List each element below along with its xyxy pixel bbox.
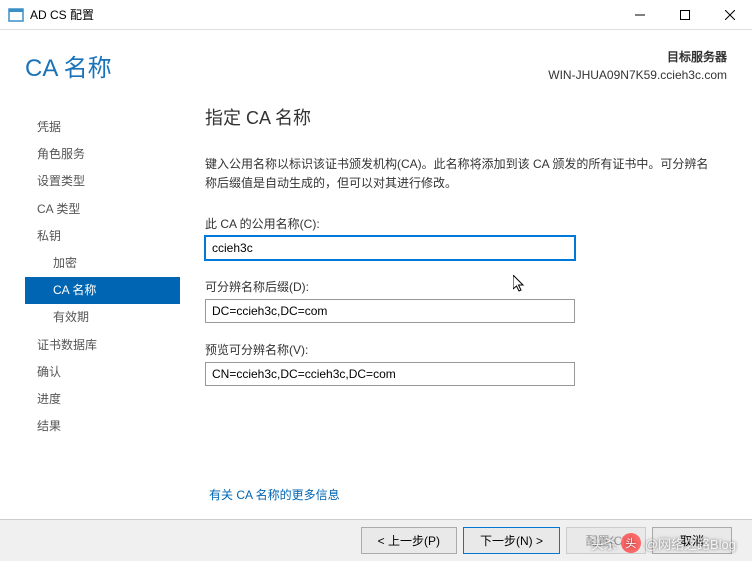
cancel-button[interactable]: 取消 <box>652 527 732 554</box>
sidebar-item-3[interactable]: CA 类型 <box>25 196 180 223</box>
target-label: 目标服务器 <box>548 48 727 66</box>
window-title: AD CS 配置 <box>30 6 617 23</box>
preview-dn-group: 预览可分辨名称(V): <box>205 341 712 386</box>
sidebar-item-6[interactable]: CA 名称 <box>25 277 180 304</box>
titlebar: AD CS 配置 <box>0 0 752 30</box>
minimize-button[interactable] <box>617 0 662 29</box>
main-panel: 指定 CA 名称 键入公用名称以标识该证书颁发机构(CA)。此名称将添加到该 C… <box>180 94 727 474</box>
preview-dn-label: 预览可分辨名称(V): <box>205 341 712 358</box>
app-icon <box>8 7 24 23</box>
sidebar-item-11[interactable]: 结果 <box>25 413 180 440</box>
sidebar-item-8[interactable]: 证书数据库 <box>25 332 180 359</box>
dn-suffix-label: 可分辨名称后缀(D): <box>205 278 712 295</box>
dn-suffix-input[interactable] <box>205 299 575 323</box>
sidebar-item-0[interactable]: 凭据 <box>25 114 180 141</box>
wizard-title: CA 名称 <box>25 48 112 83</box>
target-server-info: 目标服务器 WIN-JHUA09N7K59.ccieh3c.com <box>548 48 727 84</box>
button-row: < 上一步(P) 下一步(N) > 配置(C) 取消 <box>0 519 752 561</box>
maximize-button[interactable] <box>662 0 707 29</box>
close-button[interactable] <box>707 0 752 29</box>
sidebar-item-10[interactable]: 进度 <box>25 386 180 413</box>
sidebar-item-4[interactable]: 私钥 <box>25 223 180 250</box>
section-title: 指定 CA 名称 <box>205 104 712 130</box>
target-server-name: WIN-JHUA09N7K59.ccieh3c.com <box>548 66 727 84</box>
more-info-link[interactable]: 有关 CA 名称的更多信息 <box>209 486 340 503</box>
sidebar-item-1[interactable]: 角色服务 <box>25 141 180 168</box>
header: CA 名称 目标服务器 WIN-JHUA09N7K59.ccieh3c.com <box>0 30 752 94</box>
common-name-label: 此 CA 的公用名称(C): <box>205 215 712 232</box>
sidebar-item-2[interactable]: 设置类型 <box>25 168 180 195</box>
dn-suffix-group: 可分辨名称后缀(D): <box>205 278 712 323</box>
configure-button[interactable]: 配置(C) <box>566 527 646 554</box>
previous-button[interactable]: < 上一步(P) <box>361 527 457 554</box>
common-name-group: 此 CA 的公用名称(C): <box>205 215 712 260</box>
sidebar-item-5[interactable]: 加密 <box>25 250 180 277</box>
content: 凭据角色服务设置类型CA 类型私钥加密CA 名称有效期证书数据库确认进度结果 指… <box>0 94 752 474</box>
sidebar-item-9[interactable]: 确认 <box>25 359 180 386</box>
window-controls <box>617 0 752 29</box>
sidebar: 凭据角色服务设置类型CA 类型私钥加密CA 名称有效期证书数据库确认进度结果 <box>25 94 180 474</box>
next-button[interactable]: 下一步(N) > <box>463 527 560 554</box>
common-name-input[interactable] <box>205 236 575 260</box>
sidebar-item-7[interactable]: 有效期 <box>25 304 180 331</box>
preview-dn-input[interactable] <box>205 362 575 386</box>
description-text: 键入公用名称以标识该证书颁发机构(CA)。此名称将添加到该 CA 颁发的所有证书… <box>205 155 712 193</box>
